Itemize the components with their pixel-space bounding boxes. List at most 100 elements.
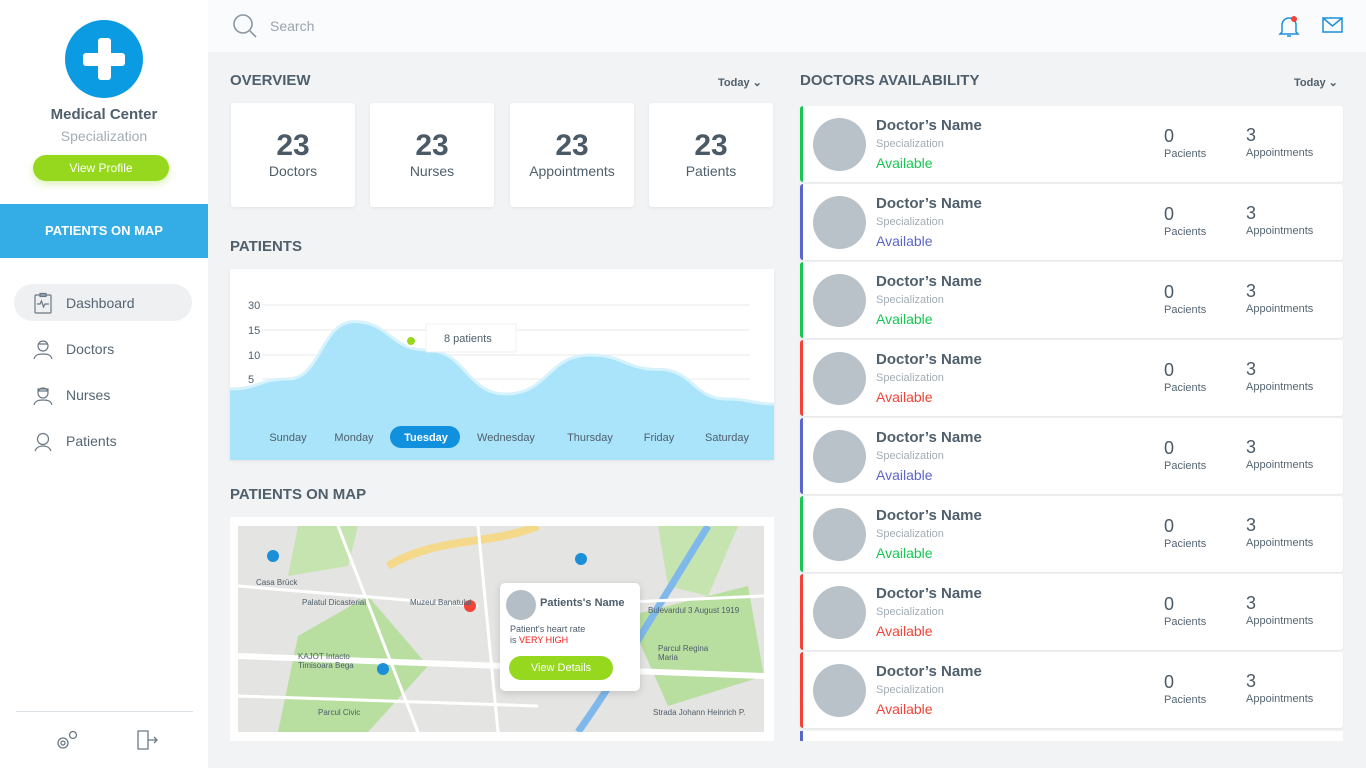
map-label: Muzeul Banatului xyxy=(410,598,472,607)
doctor-card[interactable]: Doctor’s Name Specialization Available 0… xyxy=(800,340,1343,416)
patients-count: 0 xyxy=(1164,360,1175,380)
map-label: KAJOT Intacto Timisoara Bega xyxy=(298,652,354,670)
filter-label: Today xyxy=(718,77,750,89)
sidebar-item-label: Dashboard xyxy=(66,294,135,311)
stat-card-patients: 23 Patients xyxy=(649,103,773,207)
x-tick-label[interactable]: Tuesday xyxy=(404,432,449,444)
doctor-card[interactable]: Doctor’s Name Specialization Available 0… xyxy=(800,184,1343,260)
stat-value: 23 xyxy=(555,129,589,162)
sidebar: Medical Center Specialization View Profi… xyxy=(0,0,208,768)
stat-card-doctors: 23 Doctors xyxy=(231,103,355,207)
patient-popup: Patients's Name Patient's heart rate is … xyxy=(500,583,640,691)
y-tick-label: 30 xyxy=(248,300,260,312)
appointments-count: 3 xyxy=(1246,515,1257,535)
overview-filter-dropdown[interactable]: Today ⌄ xyxy=(718,76,762,89)
map-label: Parcul Civic xyxy=(318,708,361,717)
logout-icon[interactable] xyxy=(134,728,160,752)
patient-name: Patients's Name xyxy=(540,597,625,609)
stat-label: Nurses xyxy=(409,163,455,179)
doctor-avatar xyxy=(813,664,866,717)
patients-label: Pacients xyxy=(1164,538,1207,550)
sidebar-item-label: Doctors xyxy=(66,340,115,357)
bell-icon[interactable] xyxy=(1278,14,1300,38)
appointments-label: Appointments xyxy=(1246,459,1314,471)
overview-title: OVERVIEW xyxy=(230,72,311,89)
doctor-avatar xyxy=(813,586,866,639)
map-label: Strada Johann Heinrich P. xyxy=(653,708,746,717)
appointments-label: Appointments xyxy=(1246,693,1314,705)
doctor-name: Doctor’s Name xyxy=(876,351,982,368)
x-tick-label[interactable]: Friday xyxy=(644,432,675,444)
patient-icon xyxy=(34,432,52,451)
patients-label: Pacients xyxy=(1164,616,1207,628)
x-tick-label[interactable]: Wednesday xyxy=(477,432,535,444)
sidebar-item-label: Patients xyxy=(66,432,117,449)
doctor-card[interactable]: Doctor’s Name Specialization Available 0… xyxy=(800,106,1343,182)
doctor-avatar xyxy=(813,118,866,171)
mail-icon[interactable] xyxy=(1322,17,1343,33)
doctor-specialization: Specialization xyxy=(876,138,944,150)
sidebar-item-nurses[interactable]: Nurses xyxy=(14,376,192,413)
doctor-card[interactable]: Doctor’s Name Specialization Available 0… xyxy=(800,418,1343,494)
sidebar-divider xyxy=(16,711,193,712)
doctor-card[interactable]: Doctor’s Name Specialization Available 0… xyxy=(800,496,1343,572)
sidebar-item-doctors[interactable]: Doctors xyxy=(14,330,192,367)
x-tick-label[interactable]: Thursday xyxy=(567,432,613,444)
doctor-specialization: Specialization xyxy=(876,606,944,618)
search-input[interactable]: Search xyxy=(232,13,314,39)
settings-gears-icon[interactable] xyxy=(54,728,80,752)
doctor-card[interactable]: Doctor’s Name Specialization Available 0… xyxy=(800,652,1343,728)
stat-card-appointments: 23 Appointments xyxy=(510,103,634,207)
patients-count: 0 xyxy=(1164,204,1175,224)
doctor-specialization: Specialization xyxy=(876,450,944,462)
x-tick-label[interactable]: Saturday xyxy=(705,432,750,444)
clipboard-heartbeat-icon xyxy=(34,292,52,314)
appointments-label: Appointments xyxy=(1246,225,1314,237)
doctor-avatar xyxy=(813,430,866,483)
stat-card-nurses: 23 Nurses xyxy=(370,103,494,207)
doctor-card[interactable]: Doctor’s Name Specialization Available 0… xyxy=(800,262,1343,338)
map-label: Palatul Dicasterial xyxy=(302,598,367,607)
patients-label: Pacients xyxy=(1164,694,1207,706)
stat-value: 23 xyxy=(276,129,310,162)
x-tick-label[interactable]: Monday xyxy=(334,432,374,444)
heart-rate-alert: VERY HIGH xyxy=(519,635,569,645)
y-tick-label: 5 xyxy=(248,374,254,386)
doctor-status: Available xyxy=(876,701,933,717)
map-label: Parcul Regina Maria xyxy=(658,644,709,662)
y-tick-label: 15 xyxy=(248,325,260,337)
doctor-avatar xyxy=(813,196,866,249)
stat-label: Patients xyxy=(685,163,737,179)
patients-on-map-button[interactable]: PATIENTS ON MAP xyxy=(0,204,208,258)
patients-count: 0 xyxy=(1164,516,1175,536)
nurse-icon xyxy=(33,386,53,405)
doctor-status: Available xyxy=(876,155,933,171)
heart-rate-prefix: is xyxy=(510,635,519,645)
org-specialization: Specialization xyxy=(60,128,148,144)
map-title: PATIENTS ON MAP xyxy=(230,486,367,503)
medical-cross-logo xyxy=(65,20,143,98)
view-details-button[interactable]: View Details xyxy=(509,656,613,680)
doctors-title: DOCTORS AVAILABILITY xyxy=(800,72,980,89)
doctor-name: Doctor’s Name xyxy=(876,195,982,212)
patients-count: 0 xyxy=(1164,594,1175,614)
x-tick-label[interactable]: Sunday xyxy=(269,432,307,444)
filter-label: Today xyxy=(1294,77,1326,89)
doctor-card[interactable]: Doctor’s Name Specialization Available 0… xyxy=(800,574,1343,650)
appointments-count: 3 xyxy=(1246,593,1257,613)
stat-value: 23 xyxy=(694,129,728,162)
patients-count: 0 xyxy=(1164,438,1175,458)
sidebar-item-patients[interactable]: Patients xyxy=(14,422,192,459)
patients-area-chart: 30151050SundayMondayTuesdayWednesdayThur… xyxy=(229,300,775,460)
doctor-status: Available xyxy=(876,311,933,327)
patients-label: Pacients xyxy=(1164,226,1207,238)
doctor-name: Doctor’s Name xyxy=(876,429,982,446)
doctor-name: Doctor’s Name xyxy=(876,273,982,290)
sidebar-item-dashboard[interactable]: Dashboard xyxy=(14,284,192,321)
search-icon xyxy=(233,14,257,38)
view-profile-button[interactable]: View Profile xyxy=(33,155,169,181)
appointments-count: 3 xyxy=(1246,203,1257,223)
patients-count: 0 xyxy=(1164,126,1175,146)
heart-rate-text: Patient's heart rate xyxy=(510,624,586,634)
doctors-filter-dropdown[interactable]: Today ⌄ xyxy=(1294,76,1338,89)
